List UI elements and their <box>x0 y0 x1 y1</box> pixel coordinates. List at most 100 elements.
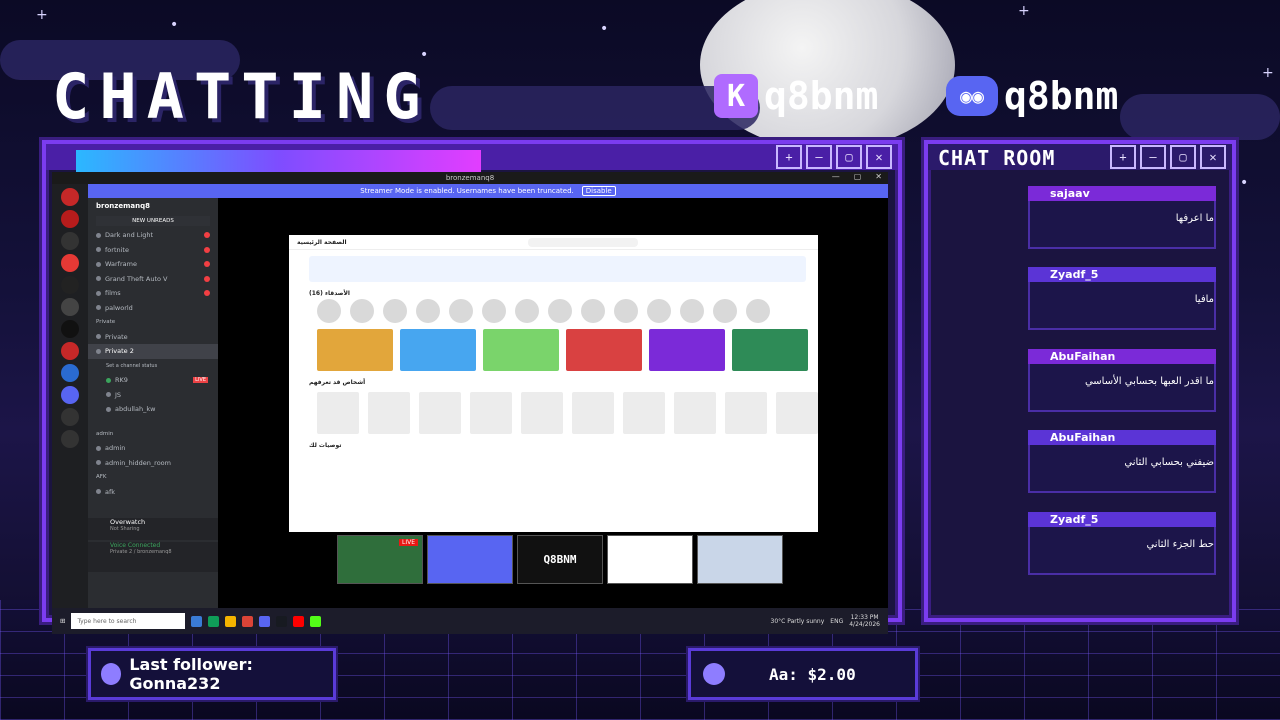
category-afk[interactable]: AFK <box>88 470 218 485</box>
server-icon[interactable] <box>61 254 79 272</box>
avatar-thumb <box>697 535 783 584</box>
channel-item-active[interactable]: Private 2 <box>88 344 218 359</box>
channel-item[interactable]: admin_hidden_room <box>88 456 218 471</box>
kick-taskbar-icon[interactable] <box>310 615 322 627</box>
channel-item[interactable]: palworld <box>88 301 218 316</box>
game-tile[interactable] <box>317 329 393 371</box>
streamer-mode-text: Streamer Mode is enabled. Usernames have… <box>360 187 574 195</box>
window-maximize-button[interactable]: ▢ <box>854 172 862 181</box>
game-tile[interactable] <box>649 329 725 371</box>
person-card[interactable] <box>521 392 563 434</box>
person-card[interactable] <box>572 392 614 434</box>
friend-avatar[interactable] <box>449 299 473 323</box>
channel-item[interactable]: Private <box>88 330 218 345</box>
friend-avatar[interactable] <box>746 299 770 323</box>
server-icon[interactable] <box>61 408 79 426</box>
voice-member[interactable]: JS <box>88 388 218 403</box>
person-card[interactable] <box>776 392 818 434</box>
server-icon[interactable] <box>61 188 79 206</box>
recommended-header[interactable]: توصيات لك <box>309 442 798 449</box>
friend-avatar[interactable] <box>350 299 374 323</box>
weather-text[interactable]: 30°C Partly sunny <box>771 618 825 625</box>
person-card[interactable] <box>674 392 716 434</box>
q8bnm-logo-thumb: Q8BNM <box>517 535 603 584</box>
game-tile[interactable] <box>566 329 642 371</box>
chat-message-text: ما اعرفها <box>1028 201 1216 249</box>
server-icon[interactable] <box>61 298 79 316</box>
person-card[interactable] <box>623 392 665 434</box>
app-icon[interactable] <box>191 615 203 627</box>
game-tile[interactable] <box>483 329 559 371</box>
disable-streamer-mode-button[interactable]: Disable <box>581 186 616 196</box>
category-private[interactable]: Private <box>88 315 218 330</box>
game-tile[interactable] <box>400 329 476 371</box>
new-unreads-pill[interactable]: NEW UNREADS <box>96 216 210 226</box>
voice-member[interactable]: RK9 LIVE <box>88 373 218 388</box>
live-tag: LIVE <box>398 539 418 546</box>
chat-message: Zyadf_5 مافيا <box>1028 267 1216 337</box>
channel-item[interactable]: Warframe <box>88 257 218 272</box>
chat-message-user: Zyadf_5 <box>1028 512 1216 527</box>
channel-item[interactable]: admin <box>88 441 218 456</box>
channel-item[interactable]: films <box>88 286 218 301</box>
channel-item[interactable]: fortnite <box>88 243 218 258</box>
voice-status-panel: Voice Connected Private 2 / bronzemanq8 <box>88 542 218 572</box>
server-icon[interactable] <box>61 430 79 448</box>
friend-avatar[interactable] <box>515 299 539 323</box>
person-card[interactable] <box>470 392 512 434</box>
friend-avatar[interactable] <box>548 299 572 323</box>
friend-avatar[interactable] <box>680 299 704 323</box>
people-row <box>317 392 818 434</box>
people-header[interactable]: أشخاص قد تعرفهم <box>309 379 798 386</box>
server-icon[interactable] <box>61 320 79 338</box>
start-icon[interactable]: ⊞ <box>60 617 65 625</box>
taskbar-search-input[interactable]: Type here to search <box>71 613 186 629</box>
person-card[interactable] <box>317 392 359 434</box>
kick-handle: K q8bnm <box>714 74 878 118</box>
category-admin[interactable]: admin <box>88 427 218 442</box>
person-card[interactable] <box>419 392 461 434</box>
roblox-search-input[interactable] <box>528 237 639 247</box>
app-icon[interactable] <box>242 615 254 627</box>
window-minimize-button[interactable]: — <box>832 172 840 181</box>
maximize-icon: ▢ <box>1170 145 1196 169</box>
language-indicator[interactable]: ENG <box>830 618 843 625</box>
friend-avatar[interactable] <box>647 299 671 323</box>
server-name[interactable]: bronzemanq8 <box>88 198 218 214</box>
channel-item[interactable]: Dark and Light <box>88 228 218 243</box>
server-icon[interactable] <box>61 364 79 382</box>
server-icon[interactable] <box>61 210 79 228</box>
server-icon[interactable] <box>61 386 79 404</box>
person-icon <box>703 663 725 685</box>
game-tile[interactable] <box>732 329 808 371</box>
steam-icon[interactable] <box>276 615 288 627</box>
friend-avatar[interactable] <box>614 299 638 323</box>
voice-member[interactable]: abdullah_kw <box>88 402 218 417</box>
roblox-notice <box>309 256 806 282</box>
person-card[interactable] <box>368 392 410 434</box>
chat-message-text: ما اقدر العبها بحسابي الأساسي <box>1028 364 1216 412</box>
friend-avatar[interactable] <box>383 299 407 323</box>
minimize-icon: — <box>1140 145 1166 169</box>
live-badge: LIVE <box>193 377 208 384</box>
discord-taskbar-icon[interactable] <box>259 615 271 627</box>
friend-avatar[interactable] <box>713 299 737 323</box>
youtube-icon[interactable] <box>293 615 305 627</box>
add-friend-button[interactable] <box>317 299 341 323</box>
close-icon: ✕ <box>866 145 892 169</box>
server-icon[interactable] <box>61 232 79 250</box>
channel-item[interactable]: Grand Theft Auto V <box>88 272 218 287</box>
friends-header[interactable]: الأصدقاء (16) <box>309 290 798 297</box>
friend-avatar[interactable] <box>416 299 440 323</box>
channel-status-hint[interactable]: Set a channel status <box>88 359 218 374</box>
person-card[interactable] <box>725 392 767 434</box>
folder-icon[interactable] <box>225 615 237 627</box>
server-icon[interactable] <box>61 276 79 294</box>
clock[interactable]: 12:33 PM 4/24/2026 <box>849 614 880 628</box>
app-icon[interactable] <box>208 615 220 627</box>
friend-avatar[interactable] <box>482 299 506 323</box>
window-close-button[interactable]: ✕ <box>875 172 882 181</box>
server-icon[interactable] <box>61 342 79 360</box>
channel-item[interactable]: afk <box>88 485 218 500</box>
friend-avatar[interactable] <box>581 299 605 323</box>
